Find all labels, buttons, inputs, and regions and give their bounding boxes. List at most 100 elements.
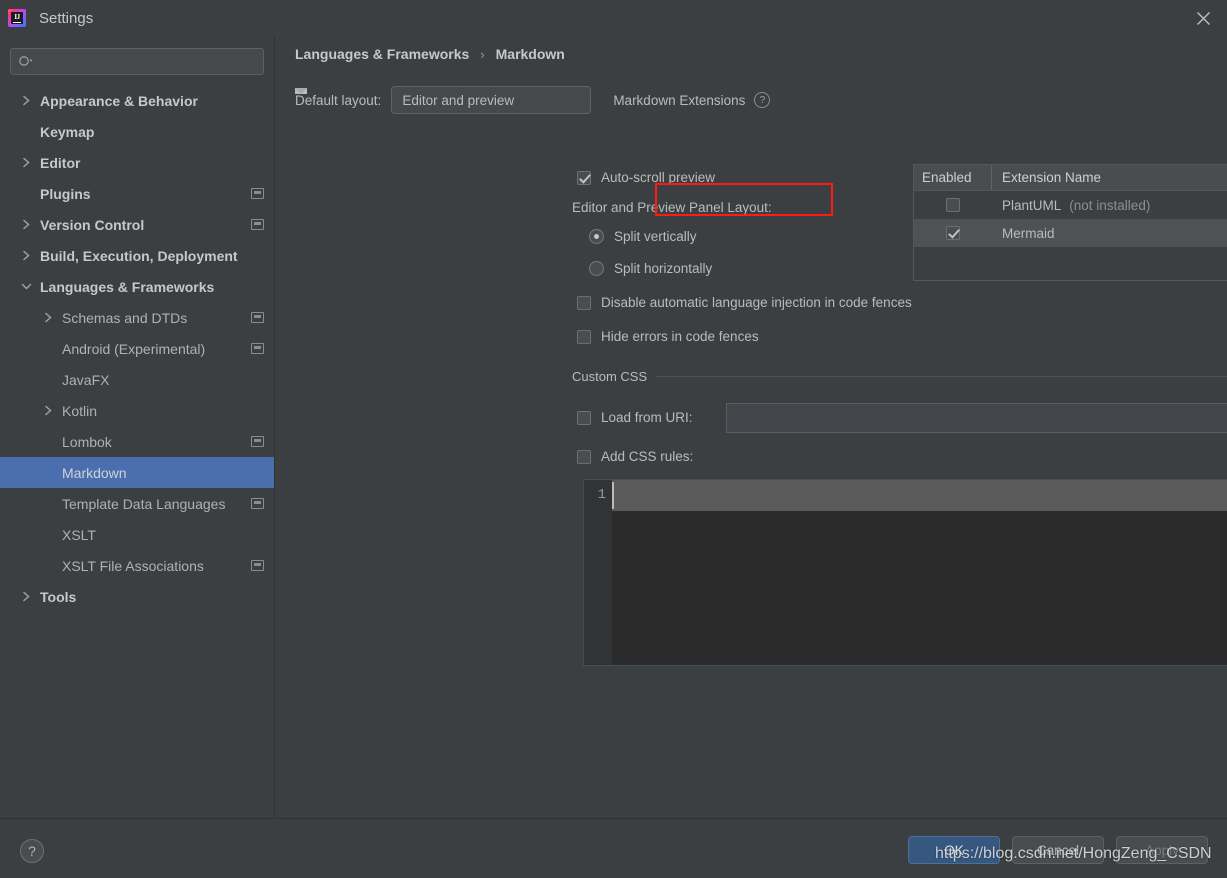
panel-layout-label: Editor and Preview Panel Layout:: [572, 200, 772, 215]
checkbox-icon: [577, 330, 591, 344]
sidebar-item-template-data-languages[interactable]: Template Data Languages: [0, 488, 274, 519]
group-divider: [656, 376, 1227, 377]
chevron-right-icon[interactable]: [18, 589, 34, 605]
sidebar-item-schemas-and-dtds[interactable]: Schemas and DTDs: [0, 302, 274, 333]
ok-button[interactable]: OK: [908, 836, 1000, 864]
load-from-uri-input[interactable]: [727, 411, 1227, 426]
checkbox-icon: [577, 411, 591, 425]
extension-name-cell: PlantUML(not installed): [992, 198, 1150, 213]
text-caret: [612, 482, 614, 509]
chevron-right-icon[interactable]: [18, 217, 34, 233]
search-container: [0, 36, 274, 75]
chevron-down-icon[interactable]: [18, 279, 34, 295]
sidebar-item-version-control[interactable]: Version Control: [0, 209, 274, 240]
table-body: PlantUML(not installed) Mermaid: [914, 191, 1227, 247]
help-circle-icon[interactable]: ?: [754, 92, 770, 108]
custom-css-editor[interactable]: 1: [583, 479, 1227, 666]
extension-enabled-cell[interactable]: [914, 198, 992, 212]
search-box[interactable]: [10, 48, 264, 75]
cancel-button[interactable]: Cancel: [1012, 836, 1104, 864]
sidebar-item-appearance-behavior[interactable]: Appearance & Behavior: [0, 85, 274, 116]
sidebar-item-markdown[interactable]: Markdown: [0, 457, 274, 488]
editor-gutter: 1: [584, 480, 612, 665]
project-scope-badge-icon: [251, 436, 264, 447]
sidebar-item-editor[interactable]: Editor: [0, 147, 274, 178]
chevron-right-icon[interactable]: [18, 248, 34, 264]
caret-line-highlight: [612, 480, 1227, 511]
tree-spacer: [40, 558, 56, 574]
radio-icon: [589, 261, 604, 276]
sidebar-item-kotlin[interactable]: Kotlin: [0, 395, 274, 426]
markdown-extensions-title: Markdown Extensions ?: [613, 92, 770, 108]
markdown-extensions-label: Markdown Extensions: [613, 93, 745, 108]
sidebar-item-label: Appearance & Behavior: [40, 93, 198, 109]
extension-name-cell: Mermaid: [992, 226, 1055, 241]
table-row[interactable]: PlantUML(not installed): [914, 191, 1227, 219]
hide-errors-checkbox[interactable]: Hide errors in code fences: [577, 329, 759, 344]
close-icon[interactable]: [1179, 0, 1227, 36]
add-css-rules-checkbox[interactable]: Add CSS rules:: [577, 449, 693, 464]
sidebar-item-plugins[interactable]: Plugins: [0, 178, 274, 209]
sidebar-item-javafx[interactable]: JavaFX: [0, 364, 274, 395]
sidebar-item-label: JavaFX: [62, 372, 109, 388]
radio-icon: [589, 229, 604, 244]
question-mark-icon[interactable]: ?: [20, 839, 44, 863]
disable-language-injection-checkbox[interactable]: Disable automatic language injection in …: [577, 295, 912, 310]
sidebar-item-label: Markdown: [62, 465, 127, 481]
default-layout-select[interactable]: Editor and preview: [391, 86, 591, 114]
markdown-extensions-table: Enabled Extension Name PlantUML(not inst…: [913, 164, 1227, 281]
apply-button[interactable]: Apply: [1116, 836, 1208, 864]
sidebar-item-label: Keymap: [40, 124, 94, 140]
sidebar-item-languages-frameworks[interactable]: Languages & Frameworks: [0, 271, 274, 302]
sidebar-item-label: Lombok: [62, 434, 112, 450]
sidebar-item-label: Tools: [40, 589, 76, 605]
chevron-right-icon[interactable]: [40, 403, 56, 419]
search-icon: [18, 55, 34, 69]
hide-errors-label: Hide errors in code fences: [601, 329, 759, 344]
extension-enabled-cell[interactable]: [914, 226, 992, 240]
sidebar-item-label: Build, Execution, Deployment: [40, 248, 238, 264]
custom-css-label: Custom CSS: [572, 369, 647, 384]
default-layout-label: Default layout:: [295, 93, 381, 108]
sidebar-item-label: Kotlin: [62, 403, 97, 419]
default-layout-row: Default layout: Editor and preview Markd…: [295, 86, 770, 114]
breadcrumb-separator-icon: ›: [480, 47, 484, 62]
tree-spacer: [40, 372, 56, 388]
auto-scroll-preview-checkbox[interactable]: Auto-scroll preview: [577, 170, 715, 185]
chevron-down-icon: [295, 88, 307, 94]
column-header-enabled: Enabled: [914, 165, 992, 190]
tree-spacer: [40, 341, 56, 357]
sidebar-item-label: Android (Experimental): [62, 341, 205, 357]
sidebar-item-tools[interactable]: Tools: [0, 581, 274, 612]
chevron-right-icon[interactable]: [18, 155, 34, 171]
split-horizontally-radio[interactable]: Split horizontally: [589, 261, 712, 276]
checkbox-icon: [577, 450, 591, 464]
sidebar-item-label: Plugins: [40, 186, 91, 202]
tree-spacer: [40, 527, 56, 543]
sidebar-item-label: Languages & Frameworks: [40, 279, 214, 295]
sidebar-item-xslt-file-associations[interactable]: XSLT File Associations: [0, 550, 274, 581]
table-row[interactable]: Mermaid: [914, 219, 1227, 247]
breadcrumb-current: Markdown: [496, 46, 565, 62]
sidebar-item-build-execution-deployment[interactable]: Build, Execution, Deployment: [0, 240, 274, 271]
sidebar-item-label: XSLT File Associations: [62, 558, 204, 574]
split-vertically-radio[interactable]: Split vertically: [589, 229, 697, 244]
breadcrumb-parent[interactable]: Languages & Frameworks: [295, 46, 469, 62]
editor-code-area[interactable]: [612, 480, 1227, 665]
checkbox-icon: [946, 226, 960, 240]
chevron-right-icon[interactable]: [18, 93, 34, 109]
search-input[interactable]: [34, 54, 263, 69]
sidebar-item-lombok[interactable]: Lombok: [0, 426, 274, 457]
project-scope-badge-icon: [251, 560, 264, 571]
breadcrumb: Languages & Frameworks › Markdown: [295, 46, 565, 62]
project-scope-badge-icon: [251, 188, 264, 199]
add-css-rules-label: Add CSS rules:: [601, 449, 693, 464]
custom-css-group-header: Custom CSS: [572, 367, 1227, 385]
split-vertically-label: Split vertically: [614, 229, 697, 244]
tree-spacer: [18, 186, 34, 202]
sidebar-item-keymap[interactable]: Keymap: [0, 116, 274, 147]
chevron-right-icon[interactable]: [40, 310, 56, 326]
sidebar-item-android-experimental[interactable]: Android (Experimental): [0, 333, 274, 364]
load-from-uri-checkbox[interactable]: Load from URI:: [577, 410, 693, 425]
sidebar-item-xslt[interactable]: XSLT: [0, 519, 274, 550]
